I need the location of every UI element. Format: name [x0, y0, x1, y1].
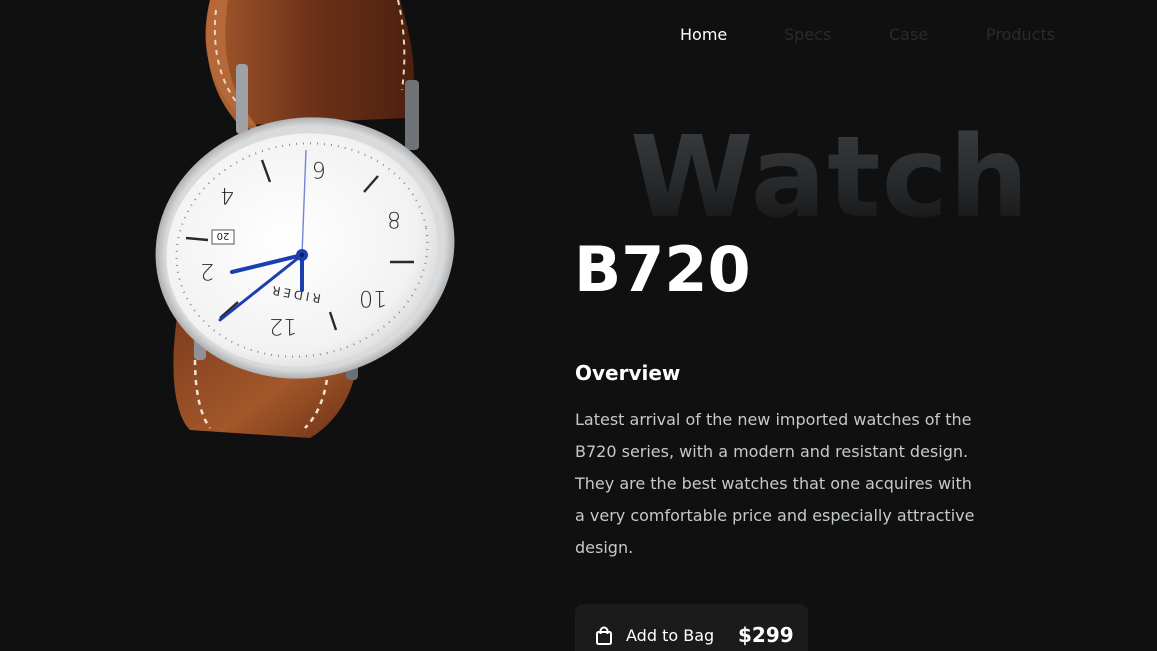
overview-heading: Overview	[575, 361, 681, 385]
nav-specs[interactable]: Specs	[784, 24, 831, 46]
svg-text:6: 6	[312, 156, 326, 181]
add-to-bag-button[interactable]: Add to Bag $299	[575, 604, 808, 651]
svg-text:10: 10	[359, 285, 387, 310]
background-heading: Watch	[630, 113, 1030, 243]
svg-text:4: 4	[220, 182, 234, 207]
shopping-bag-icon	[595, 626, 613, 646]
watch-image: 6 8 10 12 2 4 20 RIDER	[150, 0, 460, 440]
nav-products[interactable]: Products	[986, 24, 1055, 46]
svg-text:20: 20	[217, 230, 230, 241]
svg-text:8: 8	[387, 206, 401, 231]
overview-description: Latest arrival of the new imported watch…	[575, 410, 975, 557]
product-price: $299	[738, 623, 794, 647]
nav-case[interactable]: Case	[889, 24, 928, 46]
add-to-bag-label: Add to Bag	[626, 626, 715, 645]
product-model-title: B720	[574, 233, 751, 306]
nav-home[interactable]: Home	[680, 24, 727, 46]
main-nav: Home Specs Case Products	[680, 24, 1080, 48]
svg-text:2: 2	[200, 258, 214, 283]
svg-text:12: 12	[269, 313, 297, 338]
